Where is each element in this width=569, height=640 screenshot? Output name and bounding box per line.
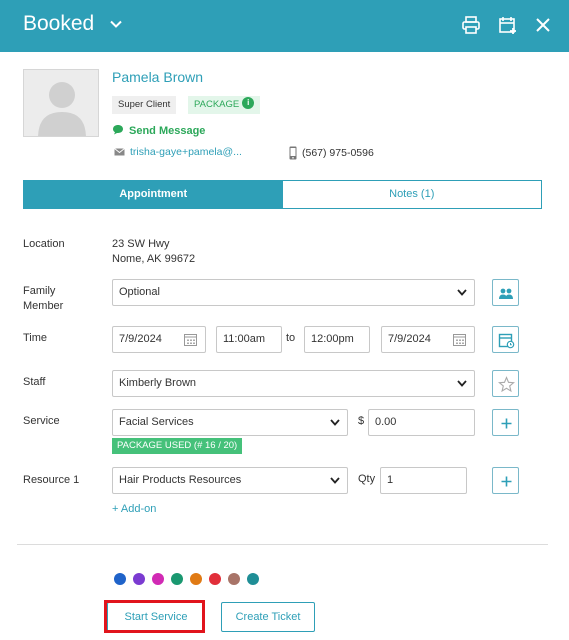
family-label-line-1: Family (23, 285, 56, 297)
status-title[interactable]: Booked (23, 12, 94, 36)
color-swatch-brown[interactable] (228, 573, 240, 585)
end-date-value: 7/9/2024 (388, 333, 431, 345)
location-line-1: 23 SW Hwy (112, 238, 170, 250)
resource-value: Hair Products Resources (119, 474, 242, 486)
appointment-tabs: Appointment Notes (1) (23, 180, 542, 209)
price-input[interactable]: 0.00 (368, 409, 475, 436)
info-icon[interactable]: i (242, 97, 255, 110)
super-client-tag: Super Client (112, 96, 177, 114)
chat-bubble-icon (112, 124, 124, 138)
chevron-down-icon (457, 289, 467, 296)
star-icon (498, 376, 515, 393)
create-ticket-button[interactable]: Create Ticket (221, 602, 315, 632)
start-time-input[interactable]: 11:00am (216, 326, 282, 353)
client-email[interactable]: trisha-gaye+pamela@... (114, 146, 242, 158)
chevron-down-icon[interactable] (109, 17, 123, 31)
modal-header: Booked (0, 0, 569, 52)
color-swatch-magenta[interactable] (152, 573, 164, 585)
color-swatch-purple[interactable] (133, 573, 145, 585)
family-member-value: Optional (119, 286, 160, 298)
start-date-value: 7/9/2024 (119, 333, 162, 345)
location-line-2: Nome, AK 99672 (112, 253, 196, 265)
end-time-input[interactable]: 12:00pm (304, 326, 370, 353)
people-group-icon (499, 288, 513, 299)
chevron-down-icon (330, 419, 340, 426)
close-icon[interactable] (533, 15, 553, 35)
plus-icon (501, 476, 512, 487)
calendar-clock-icon (498, 333, 515, 349)
calendar-icon (184, 334, 197, 346)
add-on-link[interactable]: + Add-on (112, 503, 156, 515)
color-swatch-green[interactable] (171, 573, 183, 585)
avatar (23, 69, 99, 137)
color-swatch-red[interactable] (209, 573, 221, 585)
envelope-icon (114, 148, 125, 156)
service-value: Facial Services (119, 416, 194, 428)
print-icon[interactable] (461, 15, 481, 35)
location-label: Location (23, 238, 65, 250)
staff-label: Staff (23, 376, 46, 388)
staff-select[interactable]: Kimberly Brown (112, 370, 475, 397)
tab-appointment[interactable]: Appointment (24, 181, 283, 208)
qty-label: Qty (358, 473, 376, 485)
service-label: Service (23, 415, 60, 427)
package-tag-label: PACKAGE (194, 99, 240, 110)
calendar-icon (453, 334, 466, 346)
chevron-down-icon (330, 477, 340, 484)
currency-symbol: $ (358, 415, 365, 427)
tab-notes[interactable]: Notes (1) (282, 181, 541, 208)
calendar-schedule-button[interactable] (492, 326, 519, 353)
divider (17, 544, 548, 545)
client-phone-text: (567) 975-0596 (302, 146, 374, 159)
send-message-label: Send Message (129, 124, 206, 137)
resource-select[interactable]: Hair Products Resources (112, 467, 348, 494)
client-name[interactable]: Pamela Brown (112, 69, 203, 85)
service-select[interactable]: Facial Services (112, 409, 348, 436)
add-service-button[interactable] (492, 409, 519, 436)
color-swatch-teal[interactable] (247, 573, 259, 585)
staff-value: Kimberly Brown (119, 377, 197, 389)
time-label: Time (23, 332, 48, 344)
family-member-select[interactable]: Optional (112, 279, 475, 306)
client-email-text: trisha-gaye+pamela@... (130, 146, 242, 158)
resource-label: Resource 1 (23, 474, 80, 486)
start-date-input[interactable]: 7/9/2024 (112, 326, 206, 353)
package-tag: PACKAGE i (188, 96, 261, 114)
color-swatch-blue[interactable] (114, 573, 126, 585)
add-resource-button[interactable] (492, 467, 519, 494)
qty-input[interactable]: 1 (380, 467, 467, 494)
send-message-link[interactable]: Send Message (112, 124, 205, 138)
favorite-staff-button[interactable] (492, 370, 519, 397)
package-used-badge: PACKAGE USED (# 16 / 20) (112, 438, 243, 454)
to-separator: to (286, 332, 296, 344)
end-date-input[interactable]: 7/9/2024 (381, 326, 475, 353)
client-phone: (567) 975-0596 (289, 146, 374, 160)
calendar-add-icon[interactable] (498, 15, 518, 35)
highlight-box (104, 600, 205, 633)
mobile-phone-icon (289, 146, 297, 160)
plus-icon (501, 418, 512, 429)
color-swatch-orange[interactable] (190, 573, 202, 585)
family-label-line-2: Member (23, 300, 64, 312)
chevron-down-icon (457, 380, 467, 387)
family-group-button[interactable] (492, 279, 519, 306)
